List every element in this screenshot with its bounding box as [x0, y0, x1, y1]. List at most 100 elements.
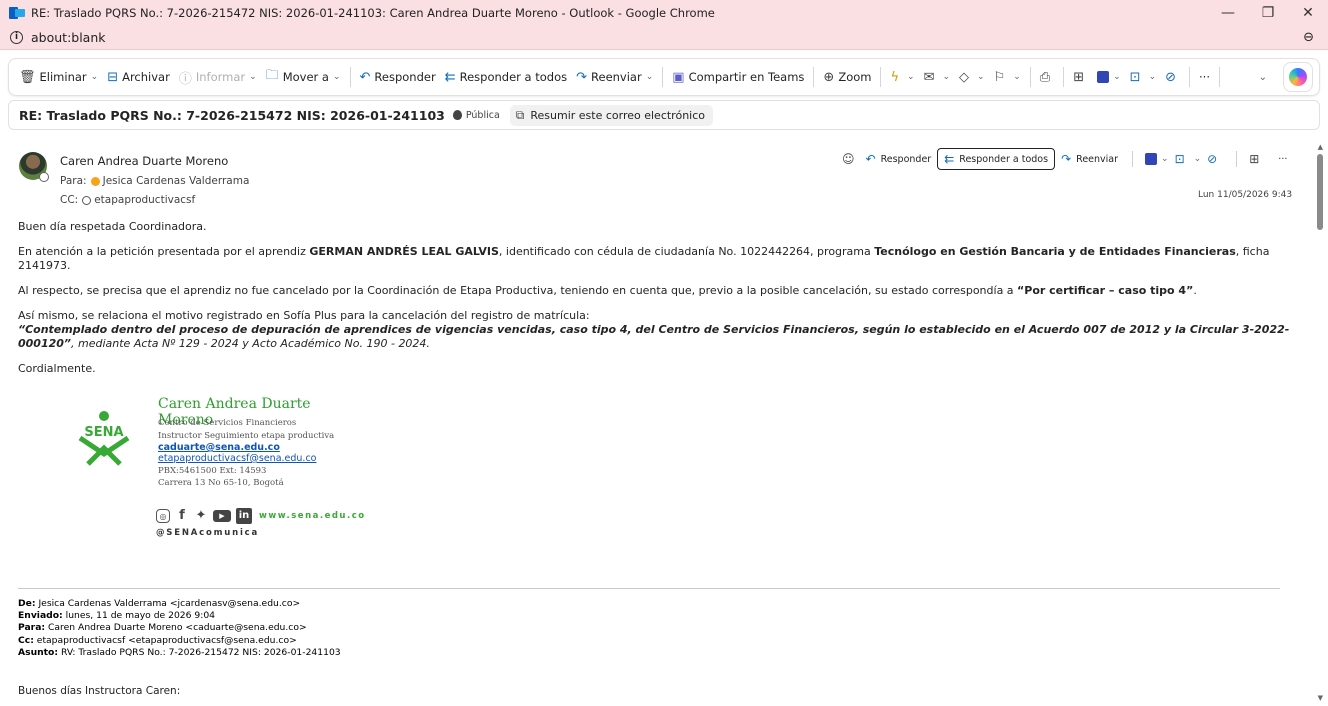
categorize-button[interactable]: ◇ ⌄ [959, 70, 985, 85]
chevron-down-icon[interactable]: ⌄ [249, 72, 257, 82]
sensitivity-label[interactable]: Pública [466, 110, 500, 121]
address-bar: i about:blank ⊖ [0, 26, 1328, 50]
body-closing: Cordialmente. [18, 362, 96, 375]
delete-button[interactable]: 🗑 Eliminar ⌄ [19, 70, 98, 85]
tag-icon: ◇ [959, 69, 970, 85]
to-line: Para: Jesica Cardenas Valderrama [60, 175, 250, 187]
forward-icon: ↷ [576, 69, 588, 85]
chevron-down-icon[interactable]: ⌄ [91, 72, 99, 82]
instagram-icon[interactable]: ◎ [156, 509, 170, 523]
scrollbar-thumb[interactable] [1317, 154, 1323, 230]
reply-button[interactable]: ↶ Responder [866, 152, 932, 166]
body-greeting: Buen día respetada Coordinadora. [18, 220, 207, 233]
rules-button[interactable]: ϟ ⌄ [890, 70, 914, 85]
close-button[interactable]: ✕ [1288, 5, 1328, 21]
window-title: RE: Traslado PQRS No.: 7-2026-215472 NIS… [31, 6, 715, 20]
flag-button[interactable]: ⚐ ⌄ [994, 70, 1021, 85]
signature-address: Carrera 13 No 65-10, Bogotá [158, 478, 284, 488]
message-subject: RE: Traslado PQRS No.: 7-2026-215472 NIS… [19, 107, 445, 123]
reply-all-button[interactable]: ⇇ Responder a todos [445, 70, 567, 85]
pdf-button[interactable]: ⌄ [1145, 153, 1169, 165]
more-actions-button[interactable]: ··· [1278, 154, 1287, 165]
sena-logo: SENA [78, 411, 130, 466]
pdf-button[interactable]: ⌄ [1097, 71, 1121, 83]
apps-icon: ⊞ [1073, 69, 1085, 85]
loop-icon: ⊘ [1165, 69, 1177, 85]
body-paragraph-3: Así mismo, se relaciona el motivo regist… [18, 309, 1290, 350]
presence-offline-icon [39, 172, 49, 182]
restore-button[interactable]: ❐ [1248, 5, 1288, 21]
sena-logo-text: SENA [84, 425, 123, 440]
pdf-icon [1145, 153, 1158, 165]
forwarded-header: De: Jesica Cardenas Valderrama <jcardena… [18, 598, 341, 658]
apps-button[interactable]: ⊞ [1073, 70, 1088, 85]
recipient-cc[interactable]: etapaproductivacsf [94, 194, 195, 206]
print-button[interactable]: ⎙ [1040, 70, 1054, 85]
reply-button[interactable]: ↶ Responder [360, 70, 436, 85]
chevron-down-icon: ⌄ [1161, 154, 1169, 164]
message-toolbar: 🗑 Eliminar ⌄ ⊟ Archivar ⓘ Informar ⌄ 🗀 Mover a… [8, 58, 1320, 96]
summary-icon: ⧉ [515, 107, 525, 122]
site-info-icon[interactable]: i [10, 31, 23, 44]
forward-button[interactable]: ↷ Reenviar ⌄ [576, 70, 653, 85]
chevron-down-icon: ⌄ [1113, 72, 1121, 82]
signature-handle: @SENAcomunica [156, 528, 260, 538]
url-field[interactable]: about:blank [31, 30, 1303, 45]
reply-all-icon: ⇇ [944, 152, 955, 166]
copilot-button[interactable] [1283, 62, 1313, 92]
addin-button[interactable]: ⊡ ⌄ [1175, 152, 1202, 166]
more-options-button[interactable]: ··· [1199, 70, 1210, 84]
reaction-button[interactable]: ☺ [842, 152, 860, 166]
message-date: Lun 11/05/2026 9:43 [1198, 190, 1293, 200]
reply-all-icon: ⇇ [444, 69, 456, 85]
archive-button[interactable]: ⊟ Archivar [107, 70, 170, 85]
twitter-icon[interactable]: ✦ [194, 509, 208, 523]
signature-email-link[interactable]: etapaproductivacsf@sena.edu.co [158, 453, 317, 464]
smiley-icon: ☺ [842, 152, 855, 166]
outlook-app-icon [9, 6, 25, 20]
facebook-icon[interactable]: f [175, 509, 189, 523]
share-teams-button[interactable]: ▣ Compartir en Teams [672, 70, 804, 85]
teams-icon: ▣ [672, 69, 685, 85]
recipient-to[interactable]: Jesica Cardenas Valderrama [103, 175, 250, 187]
loop-button[interactable]: ⊘ [1207, 152, 1222, 166]
message-actions: ☺ ↶ Responder ⇇ Responder a todos ↷ Reenvia… [842, 148, 1293, 170]
copilot-icon [1289, 68, 1307, 86]
toolbar-expand-icon[interactable]: ⌄ [1259, 72, 1267, 83]
linkedin-icon[interactable]: in [236, 508, 252, 524]
signature-email-link[interactable]: caduarte@sena.edu.co [158, 442, 280, 453]
trash-icon: 🗑 [19, 69, 36, 85]
zoom-button[interactable]: ⊕ Zoom [823, 70, 871, 85]
report-button[interactable]: ⓘ Informar ⌄ [179, 68, 257, 87]
minimize-button[interactable]: — [1208, 5, 1248, 21]
forward-button[interactable]: ↷ Reenviar [1061, 152, 1118, 166]
shield-icon [452, 110, 462, 120]
addin-icon: ⊡ [1174, 152, 1185, 166]
report-icon: ⓘ [178, 71, 192, 87]
body-paragraph-2: Al respecto, se precisa que el aprendiz … [18, 284, 1197, 297]
chevron-down-icon: ⌄ [1193, 154, 1202, 164]
print-icon: ⎙ [1039, 69, 1051, 85]
move-to-button[interactable]: 🗀 Mover a ⌄ [266, 66, 341, 88]
addin-button[interactable]: ⊡ ⌄ [1130, 70, 1156, 85]
chevron-down-icon[interactable]: ⌄ [333, 72, 341, 82]
reply-all-button[interactable]: ⇇ Responder a todos [937, 148, 1056, 170]
divider [18, 588, 1280, 589]
forward-icon: ↷ [1061, 152, 1072, 166]
scroll-up-icon[interactable]: ▲ [1318, 143, 1323, 151]
scroll-down-icon[interactable]: ▼ [1318, 694, 1323, 702]
chevron-down-icon[interactable]: ⌄ [646, 72, 654, 82]
body-paragraph-1: En atención a la petición presentada por… [18, 245, 1270, 272]
sender-name[interactable]: Caren Andrea Duarte Moreno [60, 154, 228, 168]
envelope-icon: ✉ [923, 69, 935, 85]
signature-website[interactable]: www.sena.edu.co [259, 511, 366, 521]
chevron-down-icon: ⌄ [907, 72, 915, 82]
archive-icon: ⊟ [107, 69, 119, 85]
youtube-icon[interactable]: ▶ [213, 510, 231, 522]
cc-line: CC: etapaproductivacsf [60, 194, 196, 206]
mark-unread-button[interactable]: ✉ ⌄ [924, 70, 950, 85]
summarize-button[interactable]: ⧉ Resumir este correo electrónico [509, 104, 713, 126]
loop-button[interactable]: ⊘ [1165, 70, 1180, 85]
apps-button[interactable]: ⊞ [1249, 152, 1264, 166]
zoom-icon[interactable]: ⊖ [1303, 30, 1314, 45]
